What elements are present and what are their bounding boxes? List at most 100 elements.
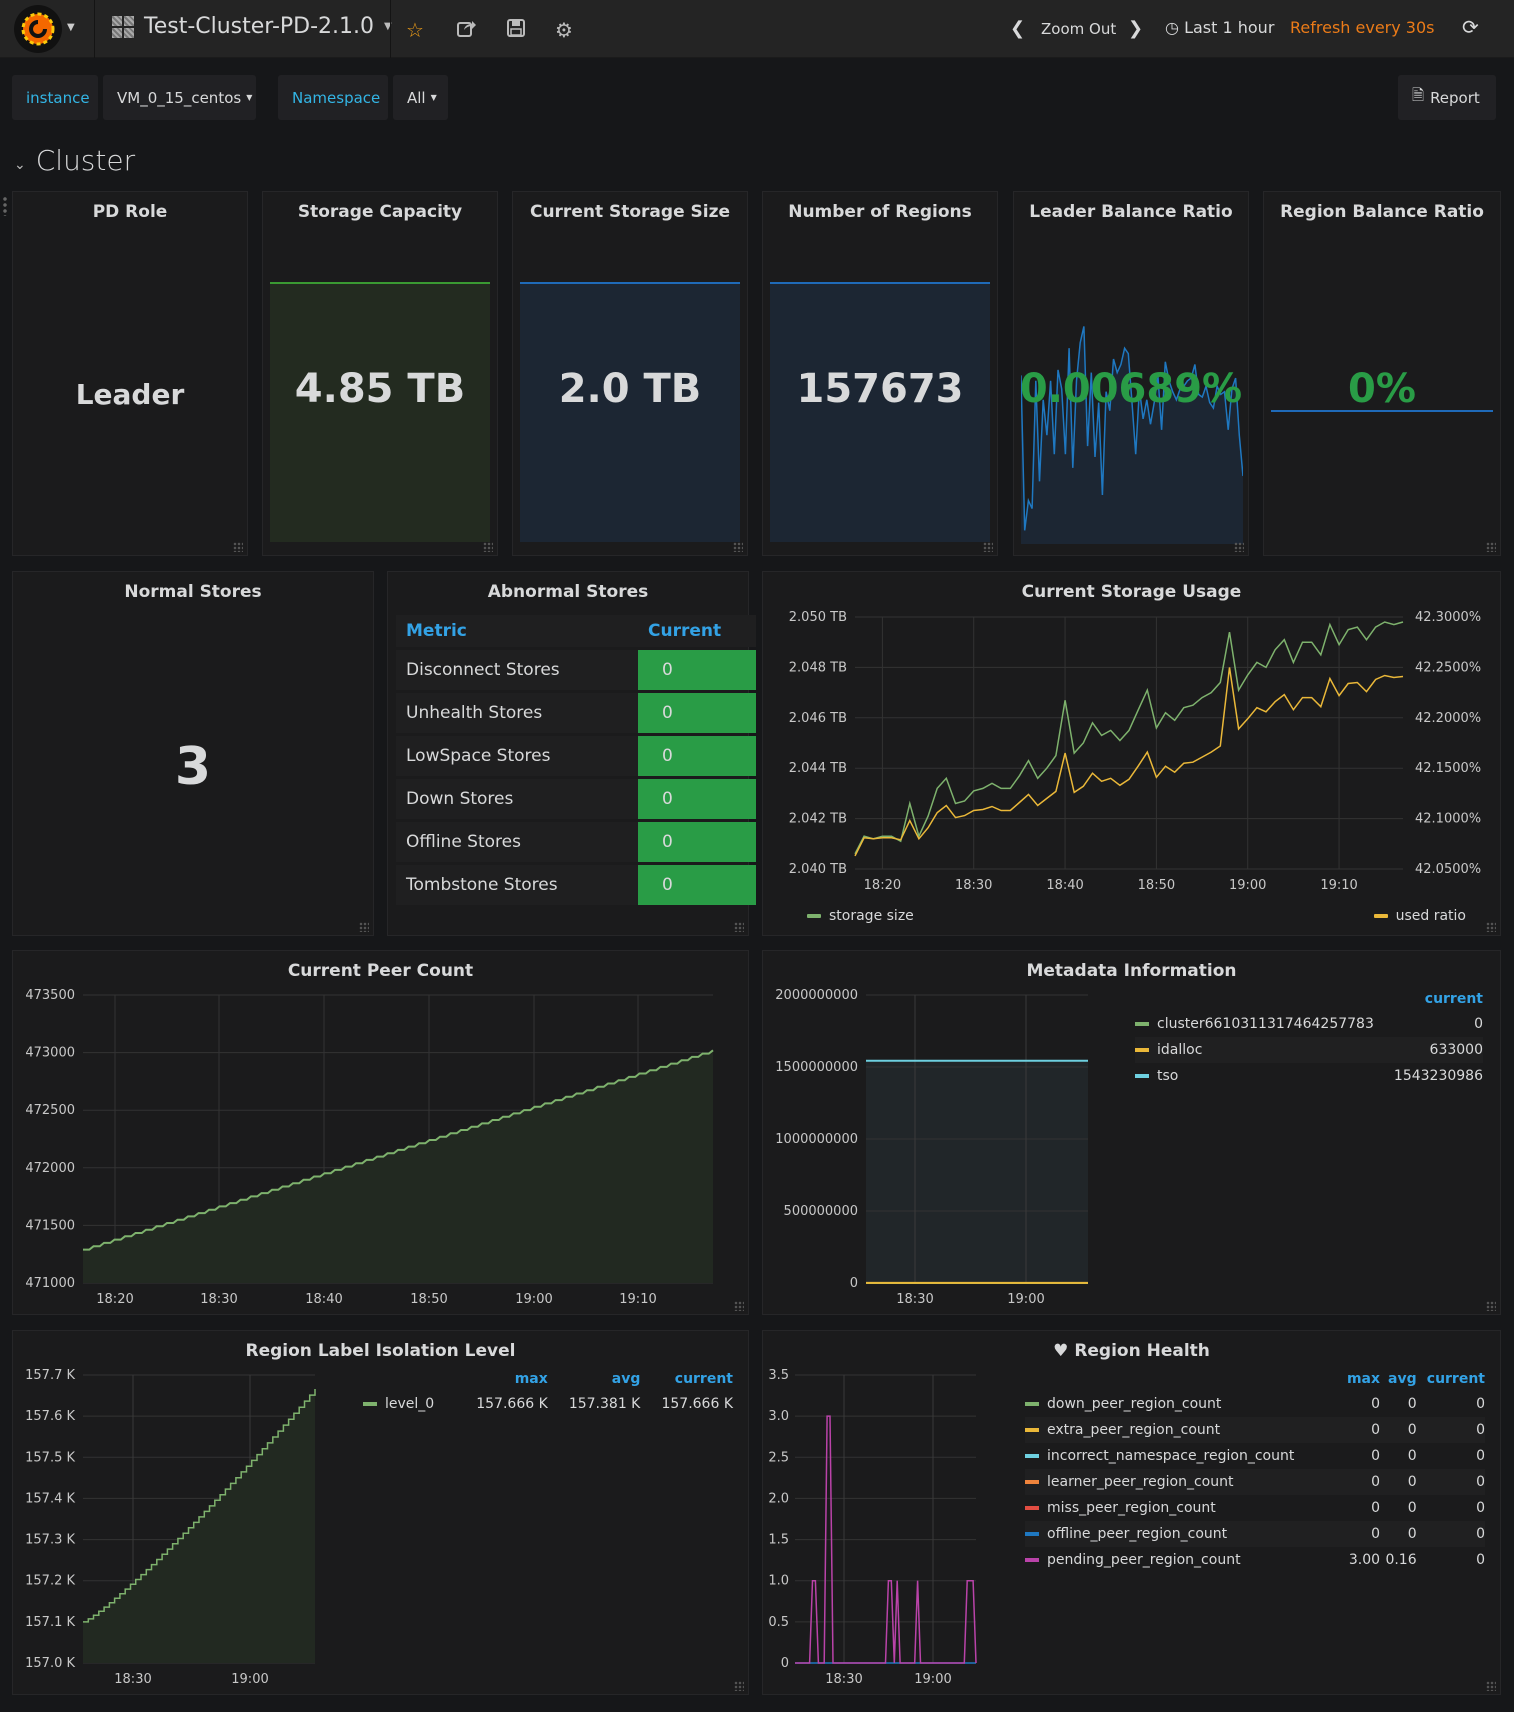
value-cell: 0 <box>638 736 756 776</box>
legend-current: 0 <box>1416 1417 1485 1443</box>
panel-title: Leader Balance Ratio <box>1029 202 1233 222</box>
legend-header-current[interactable]: current <box>640 1369 733 1391</box>
panel-title: Current Storage Size <box>529 202 731 222</box>
y-tick: 157.0 K <box>25 1656 75 1671</box>
resize-handle-icon[interactable] <box>1486 542 1496 552</box>
legend-label: learner_peer_region_count <box>1047 1474 1234 1490</box>
dashboard-picker[interactable]: Test-Cluster-PD-2.1.0 ▼ <box>112 14 392 39</box>
series-line-storage-size <box>854 621 1404 855</box>
save-icon[interactable] <box>507 18 525 42</box>
legend-row[interactable]: miss_peer_region_count 0 0 0 <box>1025 1495 1485 1521</box>
x-tick: 18:40 <box>1046 878 1083 893</box>
chevron-left-icon[interactable]: ❮ <box>1010 18 1025 39</box>
report-button[interactable]: 🗎 Report <box>1398 75 1496 120</box>
stat-value: 0% <box>1348 366 1416 412</box>
legend-current: 0 <box>1416 1469 1485 1495</box>
legend-header-current[interactable]: current <box>1388 989 1483 1011</box>
resize-handle-icon[interactable] <box>734 1301 744 1311</box>
legend-swatch <box>1135 1074 1149 1078</box>
legend-max: 3.00 <box>1348 1552 1381 1568</box>
grafana-logo-icon[interactable] <box>14 5 62 53</box>
resize-handle-icon[interactable] <box>734 1681 744 1691</box>
legend-max: 0 <box>1371 1448 1381 1464</box>
resize-handle-icon[interactable] <box>734 922 744 932</box>
value-cell: 0 <box>638 779 756 819</box>
legend-avg: 0 <box>1407 1448 1417 1464</box>
y-tick: 1.5 <box>768 1533 789 1548</box>
share-icon[interactable] <box>456 18 476 43</box>
legend-swatch <box>1135 1048 1149 1052</box>
caret-down-icon: ▼ <box>246 93 253 102</box>
legend-avg: 157.381 K <box>568 1396 641 1412</box>
legend-row[interactable]: cluster6610311317464257783 0 <box>1135 1011 1483 1037</box>
legend-row[interactable]: incorrect_namespace_region_count 0 0 0 <box>1025 1443 1485 1469</box>
legend-header-current[interactable]: current <box>1417 1369 1485 1391</box>
legend-label: extra_peer_region_count <box>1047 1422 1221 1438</box>
legend-row[interactable]: down_peer_region_count 0 0 0 <box>1025 1391 1485 1417</box>
refresh-icon[interactable]: ⟳ <box>1462 15 1479 39</box>
column-header-metric[interactable]: Metric <box>396 615 638 647</box>
resize-handle-icon[interactable] <box>733 542 743 552</box>
gear-icon[interactable]: ⚙ <box>555 18 573 42</box>
metric-cell: Unhealth Stores <box>396 693 638 733</box>
legend-row[interactable]: level_0 157.666 K 157.381 K 157.666 K <box>363 1391 733 1417</box>
dashboard-title: Test-Cluster-PD-2.1.0 <box>144 14 375 39</box>
namespace-variable-select[interactable]: All ▼ <box>393 75 448 120</box>
legend-item[interactable]: used ratio <box>1373 908 1466 924</box>
stat-value: 157673 <box>796 366 964 412</box>
legend-header-avg[interactable]: avg <box>548 1369 641 1391</box>
top-navbar: ▼ Test-Cluster-PD-2.1.0 ▼ ☆ ⚙ ❮ Zoom Out… <box>0 0 1514 58</box>
drag-handle-icon[interactable] <box>3 196 7 216</box>
zoom-out-button[interactable]: Zoom Out <box>1041 20 1116 38</box>
refresh-interval[interactable]: Refresh every 30s <box>1290 18 1435 37</box>
legend-row[interactable]: tso 1543230986 <box>1135 1063 1483 1089</box>
resize-handle-icon[interactable] <box>359 922 369 932</box>
legend-row[interactable]: learner_peer_region_count 0 0 0 <box>1025 1469 1485 1495</box>
metric-cell: Offline Stores <box>396 822 638 862</box>
legend-current: 0 <box>1416 1521 1485 1547</box>
legend-header-avg[interactable]: avg <box>1380 1369 1417 1391</box>
star-icon[interactable]: ☆ <box>406 18 424 42</box>
x-tick: 19:00 <box>231 1672 268 1687</box>
legend-item[interactable]: storage size <box>807 908 914 924</box>
y-tick: 0 <box>850 1276 858 1291</box>
stat-value: 2.0 TB <box>558 366 702 412</box>
legend-value: 1543230986 <box>1393 1068 1483 1084</box>
resize-handle-icon[interactable] <box>1486 1681 1496 1691</box>
legend-header-max[interactable]: max <box>455 1369 548 1391</box>
sparkline-fill <box>770 282 990 542</box>
legend-current: 0 <box>1476 1500 1485 1516</box>
instance-variable-select[interactable]: VM_0_15_centos ▼ <box>103 75 256 120</box>
legend-row[interactable]: offline_peer_region_count 0 0 0 <box>1025 1521 1485 1547</box>
y-tick: 0.5 <box>768 1615 789 1630</box>
resize-handle-icon[interactable] <box>1486 922 1496 932</box>
x-tick: 18:20 <box>96 1292 133 1307</box>
legend-row[interactable]: idalloc 633000 <box>1135 1037 1483 1063</box>
column-header-current[interactable]: Current <box>638 615 756 647</box>
y-right-tick: 42.1500% <box>1415 761 1481 776</box>
legend-header-max[interactable]: max <box>1341 1369 1380 1391</box>
x-tick: 18:30 <box>896 1292 933 1307</box>
resize-handle-icon[interactable] <box>483 542 493 552</box>
x-tick: 19:10 <box>619 1292 656 1307</box>
legend-max: 0 <box>1371 1500 1381 1516</box>
series-area <box>866 1060 1088 1283</box>
resize-handle-icon[interactable] <box>983 542 993 552</box>
caret-down-icon[interactable]: ▼ <box>67 22 75 33</box>
x-tick: 19:00 <box>914 1672 951 1687</box>
panel-title: Abnormal Stores <box>487 582 649 602</box>
legend-avg: 0 <box>1407 1500 1417 1516</box>
y-right-tick: 42.0500% <box>1415 862 1481 877</box>
chevron-right-icon[interactable]: ❯ <box>1128 18 1143 39</box>
resize-handle-icon[interactable] <box>233 542 243 552</box>
row-cluster[interactable]: ⌄ Cluster <box>14 144 135 177</box>
legend-row[interactable]: pending_peer_region_count 3.00 0.16 0 <box>1025 1547 1485 1573</box>
legend-swatch <box>1025 1480 1039 1484</box>
legend-avg: 0 <box>1380 1469 1417 1495</box>
resize-handle-icon[interactable] <box>1486 1301 1496 1311</box>
time-range-picker[interactable]: ◷ Last 1 hour <box>1165 18 1274 37</box>
x-tick: 18:20 <box>864 878 901 893</box>
legend-row[interactable]: extra_peer_region_count 0 0 0 <box>1025 1417 1485 1443</box>
y-tick: 2.5 <box>768 1450 789 1465</box>
resize-handle-icon[interactable] <box>1234 542 1244 552</box>
